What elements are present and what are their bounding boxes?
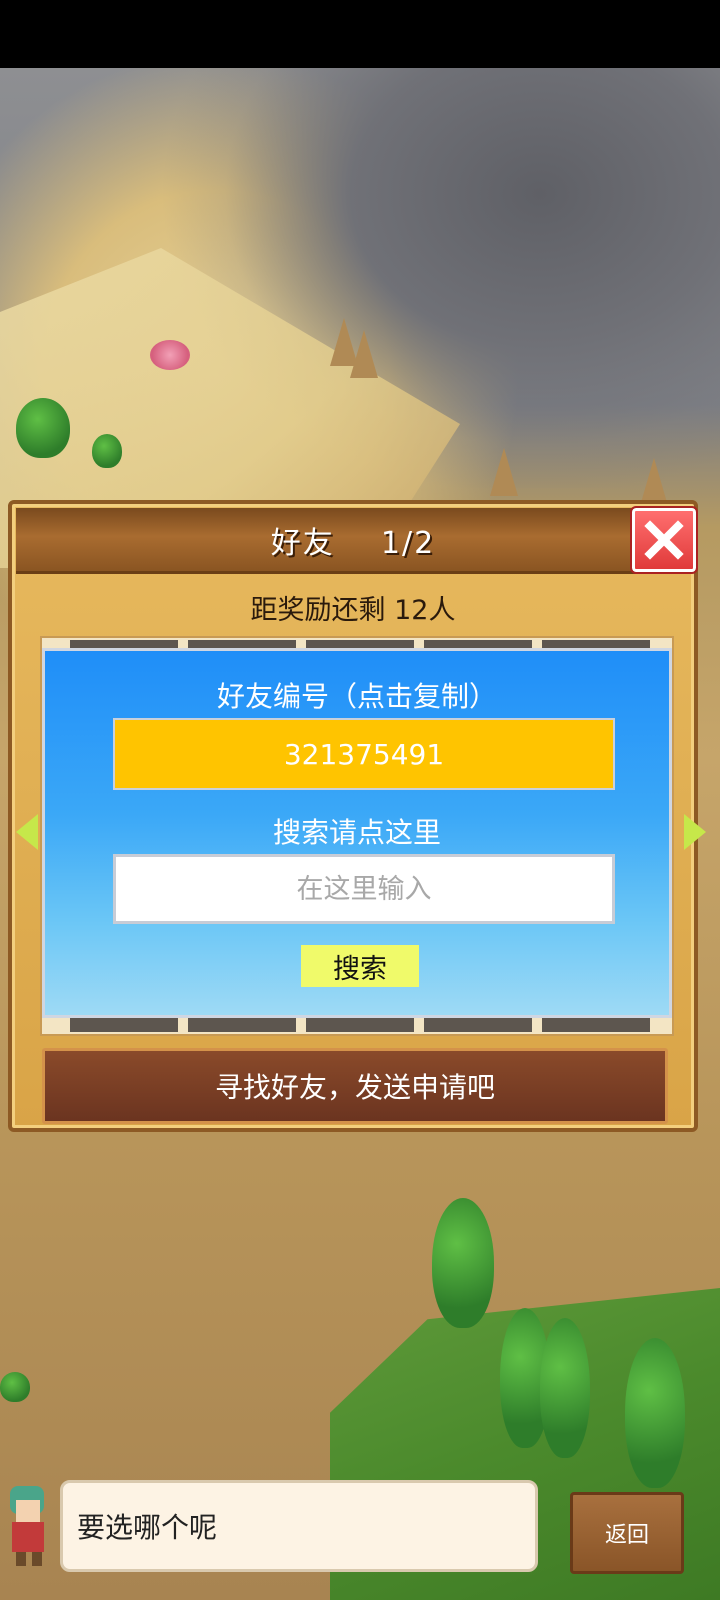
cypress-tree — [625, 1338, 685, 1488]
friend-id-panel: 好友编号（点击复制） 321375491 搜索请点这里 搜索 — [42, 648, 672, 1018]
friend-slot[interactable] — [306, 1018, 414, 1032]
cypress-tree — [540, 1318, 590, 1458]
friend-slot[interactable] — [188, 1018, 296, 1032]
arrow-right-icon[interactable] — [684, 814, 706, 850]
rock-spire — [350, 330, 378, 378]
status-bar — [0, 0, 720, 68]
back-button[interactable]: 返回 — [570, 1492, 684, 1574]
dialog-header: 好友 1/2 — [16, 508, 690, 574]
arrow-left-icon[interactable] — [16, 814, 38, 850]
rock-spire — [640, 458, 668, 506]
friend-slot[interactable] — [70, 1018, 178, 1032]
reward-progress-text: 距奖励还剩 12人 — [250, 595, 456, 626]
speech-text: 要选哪个呢 — [77, 1511, 218, 1544]
friend-slot[interactable] — [424, 1018, 532, 1032]
friend-dialog: 好友 1/2 距奖励还剩 12人 好友编号（点击复制） 321375491 搜索… — [8, 500, 698, 1132]
coral-bush — [150, 340, 190, 370]
avatar — [10, 1486, 44, 1566]
bush — [92, 434, 122, 468]
close-icon — [644, 520, 684, 560]
cypress-tree — [432, 1198, 494, 1328]
close-button[interactable] — [630, 506, 698, 574]
friend-id-label: 好友编号（点击复制） — [216, 680, 497, 713]
speech-bubble: 要选哪个呢 — [60, 1480, 538, 1572]
rock-spire — [490, 448, 518, 496]
find-friend-prompt: 寻找好友，发送申请吧 — [42, 1048, 668, 1124]
palm-tree — [16, 398, 70, 458]
friend-slot[interactable] — [542, 1018, 650, 1032]
dialog-title: 好友 1/2 — [270, 525, 436, 561]
search-button[interactable]: 搜索 — [301, 945, 419, 987]
bush — [0, 1372, 30, 1402]
search-input[interactable] — [113, 854, 615, 924]
friend-id-copy-button[interactable]: 321375491 — [113, 718, 615, 790]
search-label: 搜索请点这里 — [272, 816, 441, 849]
